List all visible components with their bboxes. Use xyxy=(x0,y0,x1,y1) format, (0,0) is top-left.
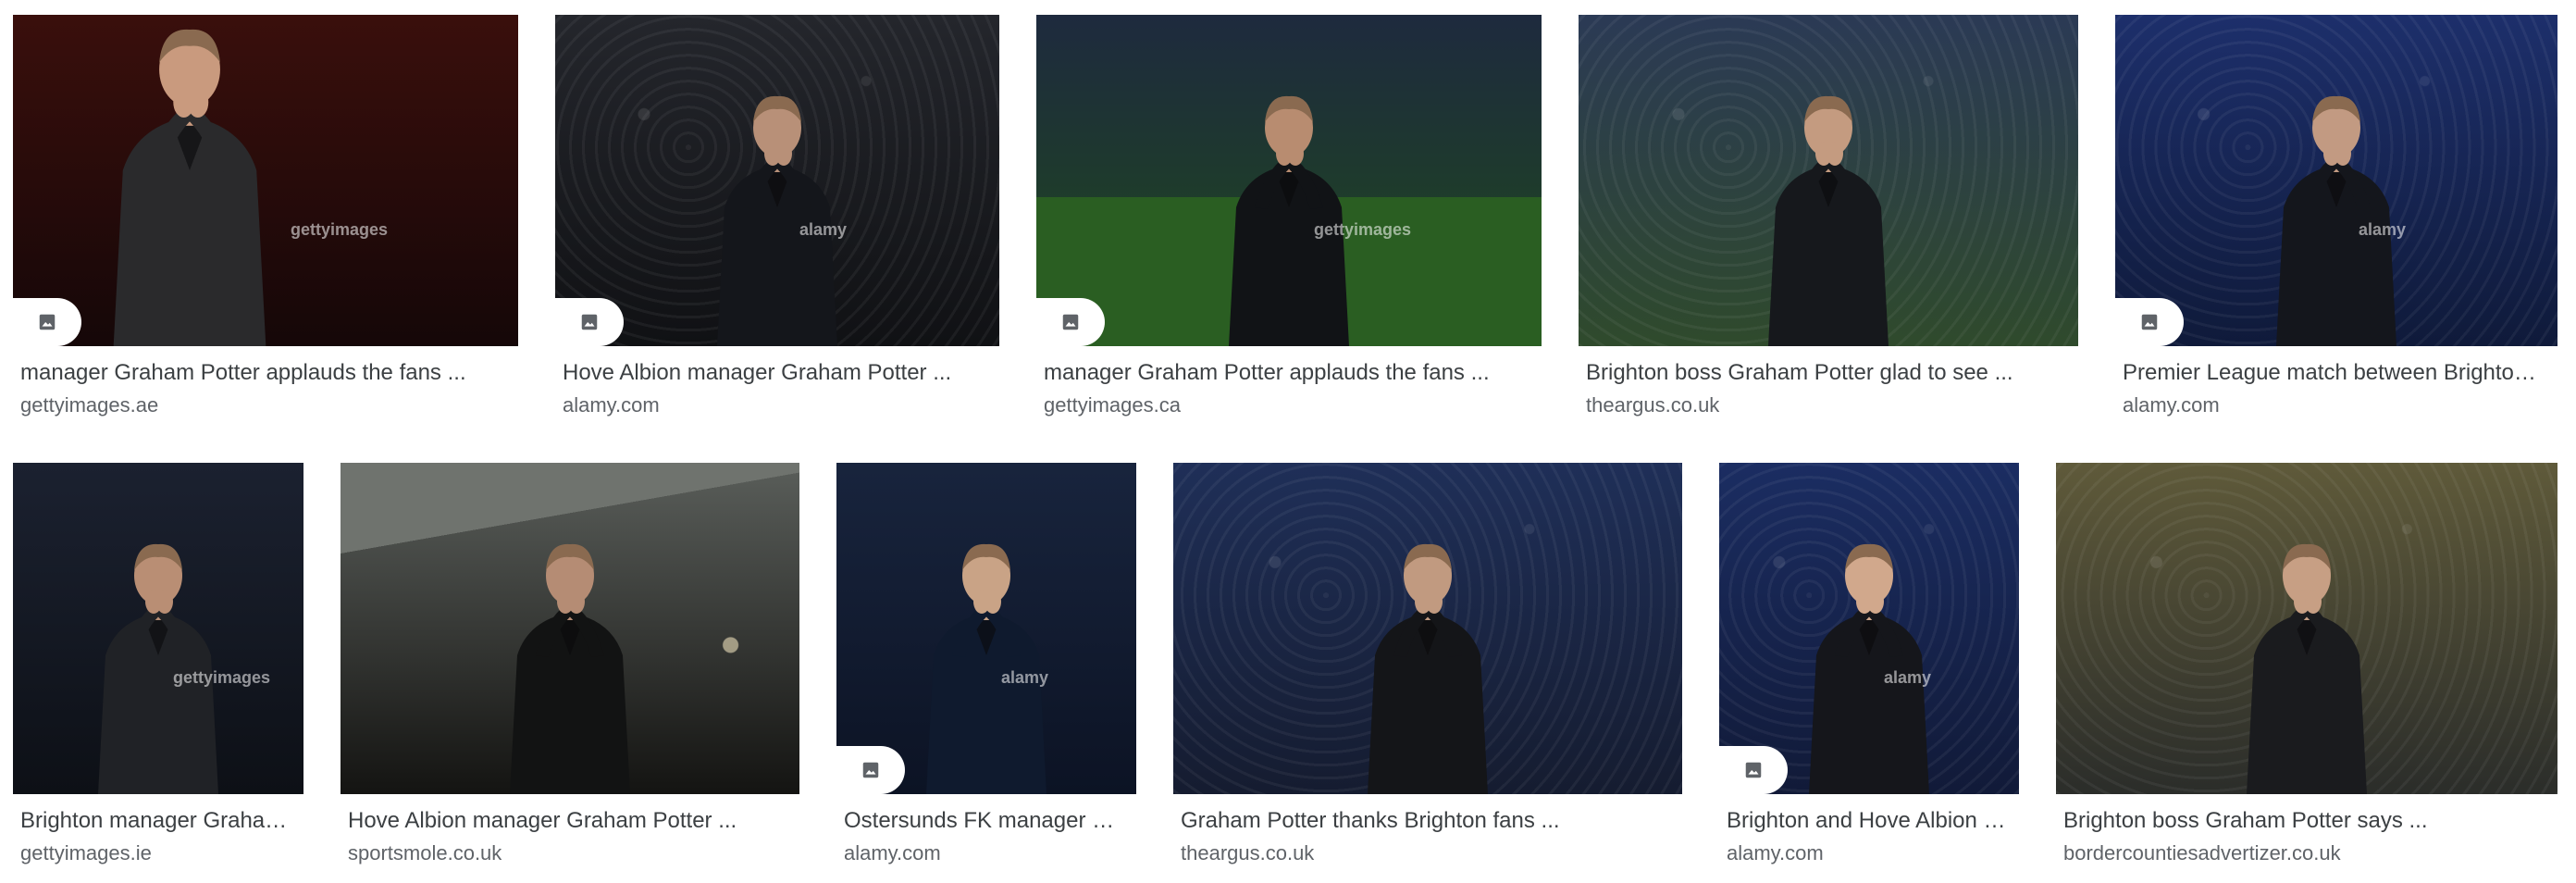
result-title-link[interactable]: Brighton and Hove Albion … xyxy=(1727,807,2012,835)
result-thumbnail[interactable] xyxy=(1579,15,2078,346)
result-source-domain[interactable]: bordercountiesadvertizer.co.uk xyxy=(2063,840,2550,866)
result-source-domain[interactable]: gettyimages.ie xyxy=(20,840,296,866)
result-thumbnail[interactable]: gettyimages xyxy=(1036,15,1542,346)
image-result-card[interactable]: alamy Hove Albion manager Graham Potter … xyxy=(555,15,999,420)
result-source-domain[interactable]: sportsmole.co.uk xyxy=(348,840,792,866)
image-icon xyxy=(1036,298,1105,346)
result-source-domain[interactable]: alamy.com xyxy=(563,392,992,418)
person-figure xyxy=(51,15,328,346)
image-result-card[interactable]: Brighton boss Graham Potter glad to see … xyxy=(1579,15,2078,420)
person-figure xyxy=(491,516,649,794)
result-title-link[interactable]: Brighton manager Graha… xyxy=(20,807,296,835)
person-figure xyxy=(2228,516,2385,794)
result-title-link[interactable]: manager Graham Potter applauds the fans … xyxy=(20,359,511,387)
image-result-card[interactable]: gettyimages Brighton manager Graha… gettyi… xyxy=(13,463,303,868)
result-source-domain[interactable]: gettyimages.ca xyxy=(1044,392,1534,418)
person-figure xyxy=(1790,516,1948,794)
image-result-card[interactable]: alamy Brighton and Hove Albion … alamy.co… xyxy=(1719,463,2019,868)
result-thumbnail[interactable]: gettyimages xyxy=(13,463,303,794)
result-title-link[interactable]: Hove Albion manager Graham Potter ... xyxy=(563,359,992,387)
person-figure xyxy=(908,516,1065,794)
result-thumbnail[interactable] xyxy=(341,463,799,794)
person-figure xyxy=(80,516,237,794)
image-result-card[interactable]: Graham Potter thanks Brighton fans ... th… xyxy=(1173,463,1682,868)
result-thumbnail[interactable] xyxy=(1173,463,1682,794)
person-figure xyxy=(2258,68,2415,346)
result-thumbnail[interactable] xyxy=(2056,463,2557,794)
result-title-link[interactable]: Hove Albion manager Graham Potter ... xyxy=(348,807,792,835)
person-figure xyxy=(1210,68,1368,346)
result-source-domain[interactable]: theargus.co.uk xyxy=(1586,392,2071,418)
image-icon xyxy=(2115,298,2184,346)
result-source-domain[interactable]: gettyimages.ae xyxy=(20,392,511,418)
result-thumbnail[interactable]: alamy xyxy=(2115,15,2557,346)
result-title-link[interactable]: Brighton boss Graham Potter says ... xyxy=(2063,807,2550,835)
result-title-link[interactable]: manager Graham Potter applauds the fans … xyxy=(1044,359,1534,387)
image-icon xyxy=(555,298,624,346)
result-source-domain[interactable]: alamy.com xyxy=(1727,840,2012,866)
image-icon xyxy=(836,746,905,794)
image-result-card[interactable]: Brighton boss Graham Potter says ... bord… xyxy=(2056,463,2557,868)
result-title-link[interactable]: Premier League match between Brighto… xyxy=(2123,359,2550,387)
image-result-card[interactable]: alamy Premier League match between Brigh… xyxy=(2115,15,2557,420)
result-thumbnail[interactable]: alamy xyxy=(836,463,1136,794)
image-result-card[interactable]: Hove Albion manager Graham Potter ... spo… xyxy=(341,463,799,868)
image-results-page: { "results": [ { "title": "manager Graha… xyxy=(0,0,2576,883)
image-result-card[interactable]: gettyimages manager Graham Potter applau… xyxy=(13,15,518,420)
image-result-card[interactable]: alamy Ostersunds FK manager G… alamy.com xyxy=(836,463,1136,868)
result-title-link[interactable]: Ostersunds FK manager G… xyxy=(844,807,1129,835)
image-icon xyxy=(13,298,81,346)
person-figure xyxy=(1349,516,1506,794)
image-result-card[interactable]: gettyimages manager Graham Potter applau… xyxy=(1036,15,1542,420)
image-icon xyxy=(1719,746,1788,794)
result-thumbnail[interactable]: alamy xyxy=(555,15,999,346)
result-source-domain[interactable]: alamy.com xyxy=(2123,392,2550,418)
result-title-link[interactable]: Brighton boss Graham Potter glad to see … xyxy=(1586,359,2071,387)
person-figure xyxy=(699,68,856,346)
result-source-domain[interactable]: alamy.com xyxy=(844,840,1129,866)
person-figure xyxy=(1750,68,1907,346)
result-source-domain[interactable]: theargus.co.uk xyxy=(1181,840,1675,866)
result-thumbnail[interactable]: gettyimages xyxy=(13,15,518,346)
result-thumbnail[interactable]: alamy xyxy=(1719,463,2019,794)
result-title-link[interactable]: Graham Potter thanks Brighton fans ... xyxy=(1181,807,1675,835)
